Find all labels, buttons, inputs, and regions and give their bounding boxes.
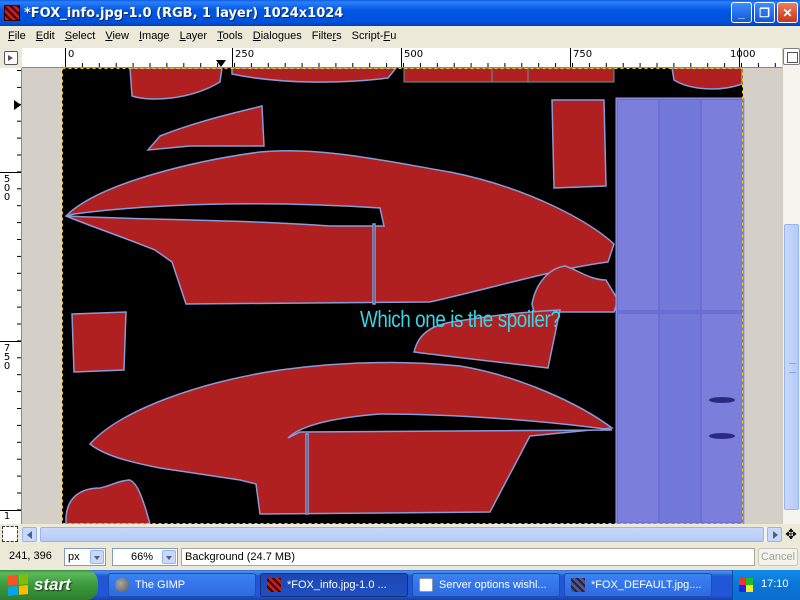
quick-mask-toggle[interactable]	[2, 526, 18, 542]
task-label: Server options wishl...	[439, 579, 547, 591]
menu-tools[interactable]: Tools	[212, 30, 248, 42]
tray-app-icon[interactable]	[739, 578, 753, 592]
vertical-ruler[interactable]: 500 750 1	[0, 68, 22, 524]
title-bar[interactable]: *FOX_info.jpg-1.0 (RGB, 1 layer) 1024x10…	[0, 0, 800, 26]
zoom-select[interactable]: 66%	[112, 548, 178, 566]
ruler-label: 0	[68, 49, 75, 60]
side-panel-top	[551, 99, 607, 189]
maximize-button[interactable]: ❐	[754, 2, 775, 23]
ruler-label: 1	[3, 511, 11, 522]
status-message: Background (24.7 MB)	[181, 548, 755, 566]
menu-view[interactable]: View	[100, 30, 134, 42]
cancel-button[interactable]: Cancel	[758, 548, 798, 566]
zoom-value: 66%	[131, 551, 154, 563]
unit-value: px	[68, 551, 80, 563]
menu-filters[interactable]: Filters	[307, 30, 347, 42]
taskbar-item-fox-default[interactable]: *FOX_DEFAULT.jpg....	[564, 573, 712, 597]
start-label: start	[34, 575, 71, 594]
menu-file[interactable]: File	[3, 30, 31, 42]
menu-image[interactable]: Image	[134, 30, 175, 42]
ruler-corner[interactable]	[0, 48, 22, 68]
horizontal-scroll-row: ✥	[0, 524, 800, 544]
chevron-down-icon[interactable]	[90, 550, 104, 564]
pointer-position-marker	[14, 100, 21, 110]
menu-edit[interactable]: Edit	[31, 30, 60, 42]
status-bar: 241, 396 px 66% Background (24.7 MB) Can…	[0, 546, 800, 568]
minimize-button[interactable]: _	[731, 2, 752, 23]
system-tray: 17:10	[732, 570, 800, 600]
image-icon	[267, 578, 281, 592]
zoom-image-button[interactable]	[783, 48, 800, 65]
horizontal-ruler[interactable]: 0 250 500 750 1000	[22, 48, 782, 68]
windows-logo-icon	[8, 573, 28, 597]
window-controls: _ ❐ ✕	[731, 2, 798, 23]
menu-select[interactable]: Select	[60, 30, 101, 42]
ruler-label: 250	[235, 49, 255, 60]
taskbar-item-fox-info[interactable]: *FOX_info.jpg-1.0 ...	[260, 573, 408, 597]
task-label: *FOX_DEFAULT.jpg....	[591, 579, 702, 591]
image-window-icon[interactable]	[4, 5, 20, 21]
ruler-label: 500	[3, 174, 11, 203]
ruler-label: 1000	[730, 49, 756, 60]
horizontal-scroll-thumb[interactable]	[40, 527, 764, 542]
pointer-position-marker	[216, 60, 226, 67]
menu-script-fu[interactable]: Script-Fu	[347, 30, 402, 42]
ruler-label: 750	[573, 49, 593, 60]
image-menu-arrow-icon[interactable]	[4, 51, 18, 65]
vertical-scroll-thumb[interactable]	[784, 224, 799, 510]
windows-taskbar: start The GIMP *FOX_info.jpg-1.0 ... Ser…	[0, 570, 800, 600]
menu-bar: File Edit Select View Image Layer Tools …	[0, 26, 800, 46]
ruler-label: 750	[3, 343, 11, 372]
task-label: *FOX_info.jpg-1.0 ...	[287, 579, 387, 591]
window-title: *FOX_info.jpg-1.0 (RGB, 1 layer) 1024x10…	[24, 5, 344, 21]
horizontal-scrollbar[interactable]	[22, 527, 782, 542]
pointer-coordinates: 241, 396	[9, 550, 52, 562]
taskbar-item-server-options[interactable]: Server options wishl...	[412, 573, 560, 597]
side-panel-left	[71, 311, 127, 373]
horizontal-ruler-ticks	[65, 48, 776, 67]
navigate-icon[interactable]: ✥	[784, 527, 798, 541]
gimp-icon	[115, 578, 129, 592]
scroll-left-button[interactable]	[22, 527, 37, 542]
menu-dialogues[interactable]: Dialogues	[248, 30, 307, 42]
clock: 17:10	[761, 578, 789, 590]
scroll-right-button[interactable]	[767, 527, 782, 542]
menu-layer[interactable]: Layer	[175, 30, 213, 42]
vertical-ruler-ticks	[0, 70, 21, 511]
vertical-scrollbar[interactable]	[782, 48, 800, 524]
start-button[interactable]: start	[0, 570, 98, 600]
close-button[interactable]: ✕	[777, 2, 798, 23]
spoiler-question-text: Which one is the spoiler?	[360, 306, 561, 332]
taskbar-item-the-gimp[interactable]: The GIMP	[108, 573, 256, 597]
image-canvas[interactable]: Which one is the spoiler?	[22, 68, 782, 524]
task-label: The GIMP	[135, 579, 186, 591]
texture-image	[22, 68, 782, 524]
image-icon	[571, 578, 585, 592]
chevron-down-icon[interactable]	[162, 550, 176, 564]
ruler-label: 500	[404, 49, 424, 60]
gimp-image-window: *FOX_info.jpg-1.0 (RGB, 1 layer) 1024x10…	[0, 0, 800, 600]
browser-icon	[419, 578, 433, 592]
unit-select[interactable]: px	[64, 548, 106, 566]
